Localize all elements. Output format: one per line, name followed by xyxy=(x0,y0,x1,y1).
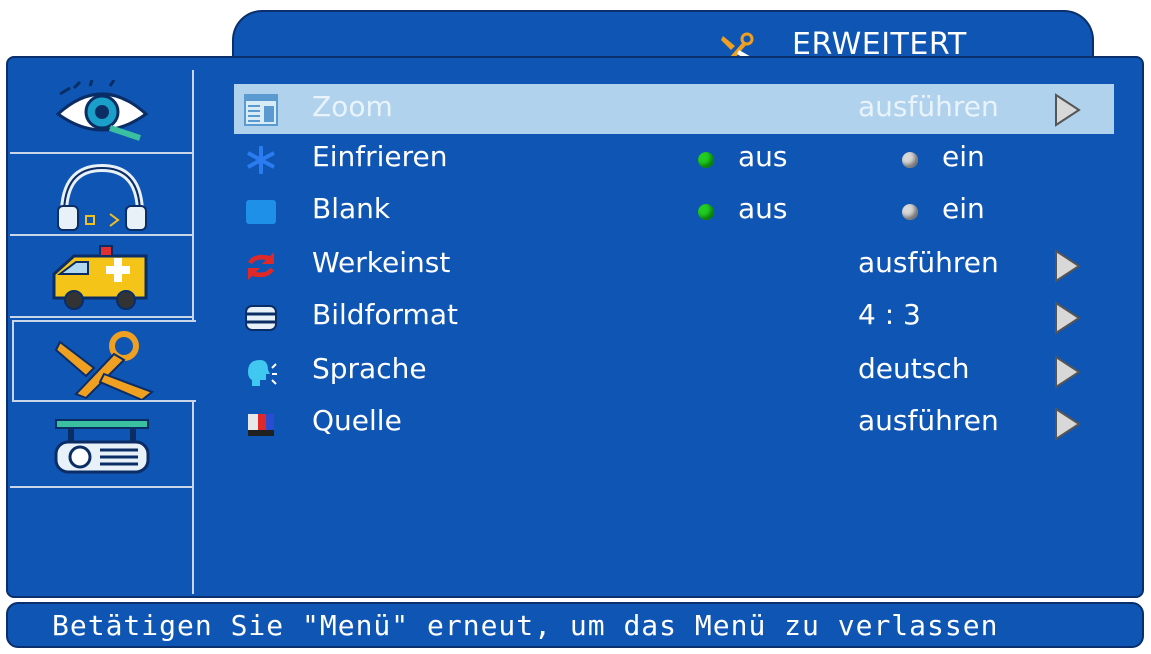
menu-row-bildformat[interactable]: Bildformat 4 : 3 xyxy=(234,292,1114,342)
option-label: aus xyxy=(738,192,788,225)
blank-screen-icon xyxy=(246,200,276,224)
radio-aus[interactable] xyxy=(698,152,714,168)
menu-row-blank[interactable]: Blank aus ein xyxy=(234,186,1114,236)
menu-value: deutsch xyxy=(858,352,970,385)
ambulance-icon xyxy=(52,245,148,310)
menu-value: ausführen xyxy=(858,246,999,279)
sidebar-item-picture[interactable] xyxy=(10,72,192,154)
sidebar-item-service[interactable] xyxy=(10,236,192,318)
zoom-icon xyxy=(244,94,278,126)
option-label: aus xyxy=(738,140,788,173)
play-arrow-icon[interactable] xyxy=(1052,92,1082,128)
menu-row-einfrieren[interactable]: Einfrieren aus ein xyxy=(234,134,1114,184)
status-bar: Betätigen Sie "Menü" erneut, um das Menü… xyxy=(6,602,1144,648)
radio-aus[interactable] xyxy=(698,204,714,220)
projector-icon xyxy=(54,419,150,474)
sidebar-item-advanced[interactable] xyxy=(12,320,196,402)
option-label: ein xyxy=(942,140,985,173)
source-icon xyxy=(248,414,274,436)
play-arrow-icon[interactable] xyxy=(1052,406,1082,442)
speaking-head-icon xyxy=(248,360,277,386)
snowflake-icon xyxy=(247,146,275,174)
sidebar-item-audio[interactable] xyxy=(10,154,192,236)
osd-menu: ERWEITERT Zoom ausführen Einfrieren aus … xyxy=(0,0,1151,654)
menu-label: Blank xyxy=(312,192,391,225)
menu-label: Quelle xyxy=(312,404,402,437)
sidebar-item-projector[interactable] xyxy=(10,406,192,488)
radio-ein[interactable] xyxy=(902,152,918,168)
play-arrow-icon[interactable] xyxy=(1052,300,1082,336)
menu-row-sprache[interactable]: Sprache deutsch xyxy=(234,346,1114,396)
menu-value: ausführen xyxy=(858,90,999,123)
footer-hint: Betätigen Sie "Menü" erneut, um das Menü… xyxy=(52,609,999,642)
tools-icon xyxy=(54,331,154,400)
headphones-icon xyxy=(57,163,147,231)
radio-ein[interactable] xyxy=(902,204,918,220)
option-label: ein xyxy=(942,192,985,225)
eye-icon xyxy=(55,80,149,141)
aspect-ratio-icon xyxy=(245,305,277,331)
menu-row-zoom[interactable]: Zoom ausführen xyxy=(234,84,1114,134)
play-arrow-icon[interactable] xyxy=(1052,354,1082,390)
menu-label: Einfrieren xyxy=(312,140,448,173)
play-arrow-icon[interactable] xyxy=(1052,248,1082,284)
reset-icon xyxy=(248,252,274,280)
menu-label: Sprache xyxy=(312,352,427,385)
menu-row-werkeinst[interactable]: Werkeinst ausführen xyxy=(234,240,1114,290)
menu-row-quelle[interactable]: Quelle ausführen xyxy=(234,398,1114,448)
menu-value: ausführen xyxy=(858,404,999,437)
menu-value: 4 : 3 xyxy=(858,298,921,331)
menu-label: Werkeinst xyxy=(312,246,451,279)
menu-label: Zoom xyxy=(312,90,393,123)
menu-label: Bildformat xyxy=(312,298,458,331)
